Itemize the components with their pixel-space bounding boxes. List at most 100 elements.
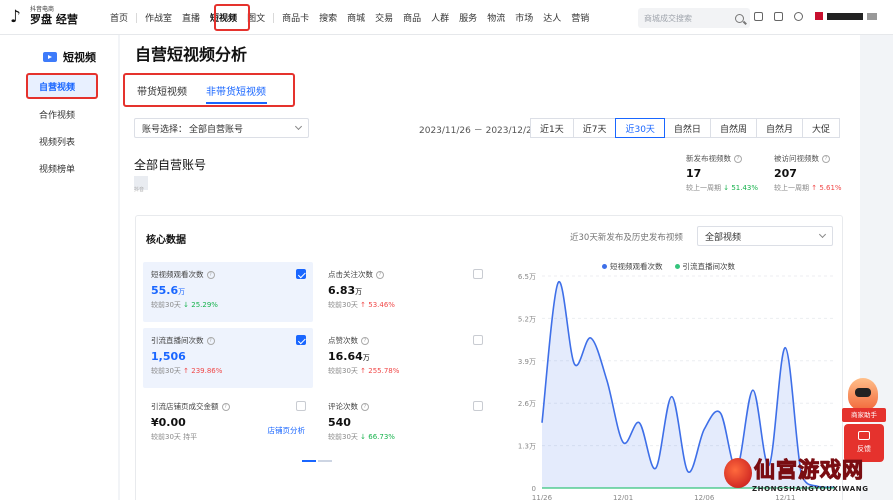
metric-card[interactable]: 点赞次数? 16.64万 较前30天 ↑ 255.78% bbox=[320, 328, 490, 388]
metric-checkbox[interactable] bbox=[296, 335, 306, 345]
shop-page-analysis-link[interactable]: 店铺页分析 bbox=[268, 425, 306, 436]
metric-checkbox[interactable] bbox=[473, 269, 483, 279]
x-tick-label: 11/26 bbox=[532, 494, 553, 500]
nav-item[interactable]: 市场 bbox=[510, 11, 538, 24]
sidebar-item-video-list[interactable]: 视频列表 bbox=[39, 135, 75, 148]
help-icon[interactable]: ? bbox=[376, 270, 384, 279]
watermark: 仙宫游戏网 ZHONGSHANGYOUXIWANG bbox=[724, 454, 889, 498]
metric-value: 1,506 bbox=[151, 350, 186, 363]
y-tick-label: 3.9万 bbox=[518, 358, 536, 366]
watermark-logo bbox=[724, 458, 752, 488]
help-icon[interactable]: ? bbox=[206, 270, 215, 279]
metric-card[interactable]: 引流直播间次数? 1,506 较前30天 ↑ 239.86% bbox=[143, 328, 313, 388]
brand-sub: 抖音电商 bbox=[30, 6, 55, 13]
help-icon[interactable]: ? bbox=[822, 154, 830, 163]
nav-item[interactable]: 交易 bbox=[370, 11, 398, 24]
tab-non-sales-videos[interactable]: 非带货短视频 bbox=[206, 83, 266, 98]
nav-item[interactable]: 商品卡 bbox=[277, 11, 314, 24]
message-icon[interactable] bbox=[774, 12, 783, 21]
summary-value: 207 bbox=[774, 167, 797, 180]
search-icon[interactable] bbox=[735, 13, 744, 23]
range-button[interactable]: 近7天 bbox=[572, 118, 617, 138]
help-icon[interactable]: ? bbox=[361, 336, 369, 345]
metric-compare: 较前30天 ↓ 66.73% bbox=[328, 433, 395, 441]
metric-label: 点赞次数 bbox=[328, 336, 358, 345]
trend-up-icon: ↑ bbox=[360, 367, 367, 375]
nav-item[interactable]: 搜索 bbox=[314, 11, 342, 24]
metric-pager[interactable] bbox=[302, 460, 332, 462]
page-title: 自营短视频分析 bbox=[135, 45, 248, 64]
help-icon[interactable]: ? bbox=[206, 336, 215, 345]
tab-sales-videos[interactable]: 带货短视频 bbox=[137, 83, 187, 98]
core-data-hint: 近30天新发布及历史发布视频 bbox=[570, 233, 683, 243]
metric-card[interactable]: 短视频观看次数? 55.6万 较前30天 ↓ 25.29% bbox=[143, 262, 313, 322]
legend-item[interactable]: 引流直播间次数 bbox=[674, 261, 735, 272]
account-select[interactable]: 账号选择： 全部自营账号 bbox=[134, 118, 309, 138]
metric-checkbox[interactable] bbox=[473, 335, 483, 345]
nav-separator bbox=[136, 12, 138, 23]
trend-up-icon: ↑ bbox=[183, 367, 190, 375]
y-tick-label: 6.5万 bbox=[518, 273, 536, 281]
main-content: 自营短视频分析 带货短视频 非带货短视频 账号选择： 全部自营账号 2023/1… bbox=[120, 35, 860, 500]
help-icon[interactable]: ? bbox=[221, 402, 230, 411]
legend-item[interactable]: 短视频观看次数 bbox=[602, 261, 663, 272]
range-button[interactable]: 近1天 bbox=[530, 118, 574, 138]
range-button[interactable]: 自然日 bbox=[663, 118, 711, 138]
video-icon bbox=[43, 52, 57, 62]
metric-checkbox[interactable] bbox=[296, 269, 306, 279]
nav-item[interactable]: 物流 bbox=[482, 11, 510, 24]
y-tick-label: 2.6万 bbox=[518, 400, 536, 408]
metric-checkbox[interactable] bbox=[473, 401, 483, 411]
nav-item[interactable]: 商品 bbox=[398, 11, 426, 24]
brand-logo[interactable]: ♪ 抖音电商 罗盘 经营 bbox=[10, 6, 78, 27]
trend-up-icon: ↑ bbox=[811, 184, 818, 192]
sidebar-item-partner-videos[interactable]: 合作视频 bbox=[39, 108, 75, 121]
x-tick-label: 12/06 bbox=[694, 494, 715, 500]
nav-item[interactable]: 作战室 bbox=[140, 11, 177, 24]
feedback-label: 反馈 bbox=[857, 445, 871, 453]
search-input[interactable]: 商城成交搜索 bbox=[644, 13, 735, 24]
nav-item[interactable]: 达人 bbox=[538, 11, 566, 24]
trend-down-icon: ↓ bbox=[723, 184, 730, 192]
video-filter-value: 全部视频 bbox=[705, 232, 742, 243]
chart-legend: 短视频观看次数 引流直播间次数 bbox=[602, 261, 735, 272]
nav-item[interactable]: 人群 bbox=[426, 11, 454, 24]
range-button[interactable]: 大促 bbox=[801, 118, 840, 138]
core-data-title: 核心数据 bbox=[146, 235, 186, 246]
sidebar-item-video-ranking[interactable]: 视频榜单 bbox=[39, 162, 75, 175]
help-icon[interactable]: ? bbox=[734, 154, 742, 163]
nav-item[interactable]: 商城 bbox=[342, 11, 370, 24]
summary-new-videos: 新发布视频数? 17 较上一周期 ↓ 51.43% bbox=[686, 153, 771, 193]
nav-item[interactable]: 营销 bbox=[566, 11, 594, 24]
nav-item[interactable]: 服务 bbox=[454, 11, 482, 24]
help-icon[interactable] bbox=[794, 12, 803, 21]
date-range[interactable]: 2023/11/26 － 2023/12/25 bbox=[419, 123, 537, 136]
search-box[interactable]: 商城成交搜索 bbox=[638, 8, 750, 28]
monitor-icon[interactable] bbox=[754, 12, 763, 21]
top-icons bbox=[754, 12, 803, 21]
range-button[interactable]: 近30天 bbox=[615, 118, 665, 138]
nav-highlight-box bbox=[214, 4, 250, 31]
metric-value: 540 bbox=[328, 416, 351, 429]
help-icon[interactable]: ? bbox=[361, 402, 369, 411]
sidebar-item-own-videos[interactable]: 自营视频 bbox=[39, 80, 75, 93]
range-button[interactable]: 自然周 bbox=[709, 118, 757, 138]
metric-card[interactable]: 点击关注次数? 6.83万 较前30天 ↑ 53.46% bbox=[320, 262, 490, 322]
metric-card[interactable]: 引流店铺页成交金额? ¥0.00 较前30天 持平 店铺页分析 bbox=[143, 394, 313, 454]
metric-checkbox[interactable] bbox=[296, 401, 306, 411]
nav-item[interactable]: 直播 bbox=[177, 11, 205, 24]
metric-card[interactable]: 评论次数? 540 较前30天 ↓ 66.73% bbox=[320, 394, 490, 454]
summary-compare: 较上一周期 ↑ 5.61% bbox=[774, 184, 842, 192]
summary-visited-videos: 被访问视频数? 207 较上一周期 ↑ 5.61% bbox=[774, 153, 859, 193]
nav-item[interactable]: 首页 bbox=[105, 11, 133, 24]
range-button[interactable]: 自然月 bbox=[755, 118, 803, 138]
summary-label: 新发布视频数 bbox=[686, 154, 731, 163]
video-filter-select[interactable]: 全部视频 bbox=[697, 226, 833, 246]
user-menu[interactable] bbox=[815, 12, 877, 20]
metric-label: 评论次数 bbox=[328, 402, 358, 411]
chevron-down-icon bbox=[818, 230, 827, 239]
metric-compare: 较前30天 ↑ 239.86% bbox=[151, 367, 223, 375]
sidebar: 短视频 自营视频 合作视频 视频列表 视频榜单 bbox=[0, 35, 118, 500]
shop-name-redacted-2 bbox=[867, 12, 877, 20]
y-tick-label: 0 bbox=[532, 485, 536, 493]
